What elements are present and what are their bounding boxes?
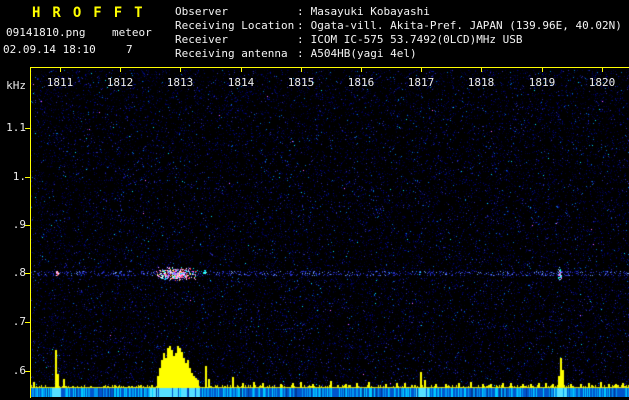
- x-tick: [602, 68, 603, 72]
- filename-label: 09141810.png: [6, 26, 86, 39]
- x-tick: [421, 68, 422, 72]
- info-row-receiver: Receiver: ICOM IC-575 53.7492(0LCD)MHz US…: [175, 33, 523, 46]
- y-tick-label-0-9: .9: [12, 218, 26, 231]
- info-colon: :: [297, 19, 304, 32]
- x-tick-label-1815: 1815: [287, 76, 315, 89]
- datetime-label: 02.09.14 18:10: [3, 43, 96, 56]
- info-value-location: Ogata-vill. Akita-Pref. JAPAN (139.96E, …: [310, 19, 622, 32]
- y-tick-label-1-0: 1.: [12, 170, 26, 183]
- y-tick-label-1-1: 1.1: [6, 121, 26, 134]
- info-row-observer: Observer: Masayuki Kobayashi: [175, 5, 430, 18]
- x-tick-label-1820: 1820: [588, 76, 616, 89]
- info-colon: :: [297, 33, 304, 46]
- x-tick: [120, 68, 121, 72]
- y-tick-label-0-7: .7: [12, 315, 26, 328]
- x-tick: [361, 68, 362, 72]
- x-tick-label-1813: 1813: [166, 76, 194, 89]
- x-tick: [241, 68, 242, 72]
- info-colon: :: [297, 47, 304, 60]
- info-label-antenna: Receiving antenna: [175, 47, 288, 60]
- x-tick-label-1811: 1811: [46, 76, 74, 89]
- info-label-observer: Observer: [175, 5, 228, 18]
- hrofft-screen: HROFFT 09141810.png meteor 02.09.14 18:1…: [0, 0, 629, 400]
- y-axis-unit: kHz: [6, 79, 26, 92]
- info-row-location: Receiving Location: Ogata-vill. Akita-Pre…: [175, 19, 622, 32]
- y-tick: [25, 273, 30, 274]
- info-row-antenna: Receiving antenna: A504HB(yagi 4el): [175, 47, 417, 60]
- info-value-observer: Masayuki Kobayashi: [310, 5, 430, 18]
- y-tick: [25, 322, 30, 323]
- x-tick-label-1814: 1814: [227, 76, 255, 89]
- info-label-receiver: Receiver: [175, 33, 228, 46]
- x-tick: [481, 68, 482, 72]
- x-tick-label-1819: 1819: [528, 76, 556, 89]
- x-tick: [60, 68, 61, 72]
- plot-left-border: [30, 67, 31, 398]
- y-tick: [25, 371, 30, 372]
- info-colon: :: [297, 5, 304, 18]
- x-tick: [180, 68, 181, 72]
- x-tick-label-1816: 1816: [347, 76, 375, 89]
- info-value-antenna: A504HB(yagi 4el): [310, 47, 417, 60]
- info-value-receiver: ICOM IC-575 53.7492(0LCD)MHz USB: [310, 33, 523, 46]
- x-tick: [542, 68, 543, 72]
- x-tick-label-1817: 1817: [407, 76, 435, 89]
- x-tick-label-1812: 1812: [106, 76, 134, 89]
- x-tick: [301, 68, 302, 72]
- spectrogram-canvas: [30, 68, 629, 397]
- info-label-location: Receiving Location: [175, 19, 295, 32]
- mode-label: meteor: [112, 26, 152, 39]
- meteor-count: 7: [126, 43, 133, 56]
- y-tick: [25, 177, 30, 178]
- y-tick: [25, 128, 30, 129]
- y-tick-label-0-8: .8: [12, 266, 26, 279]
- y-tick-label-0-6: .6: [12, 364, 26, 377]
- x-tick-label-1818: 1818: [467, 76, 495, 89]
- app-title: HROFFT: [32, 5, 155, 21]
- y-tick: [25, 225, 30, 226]
